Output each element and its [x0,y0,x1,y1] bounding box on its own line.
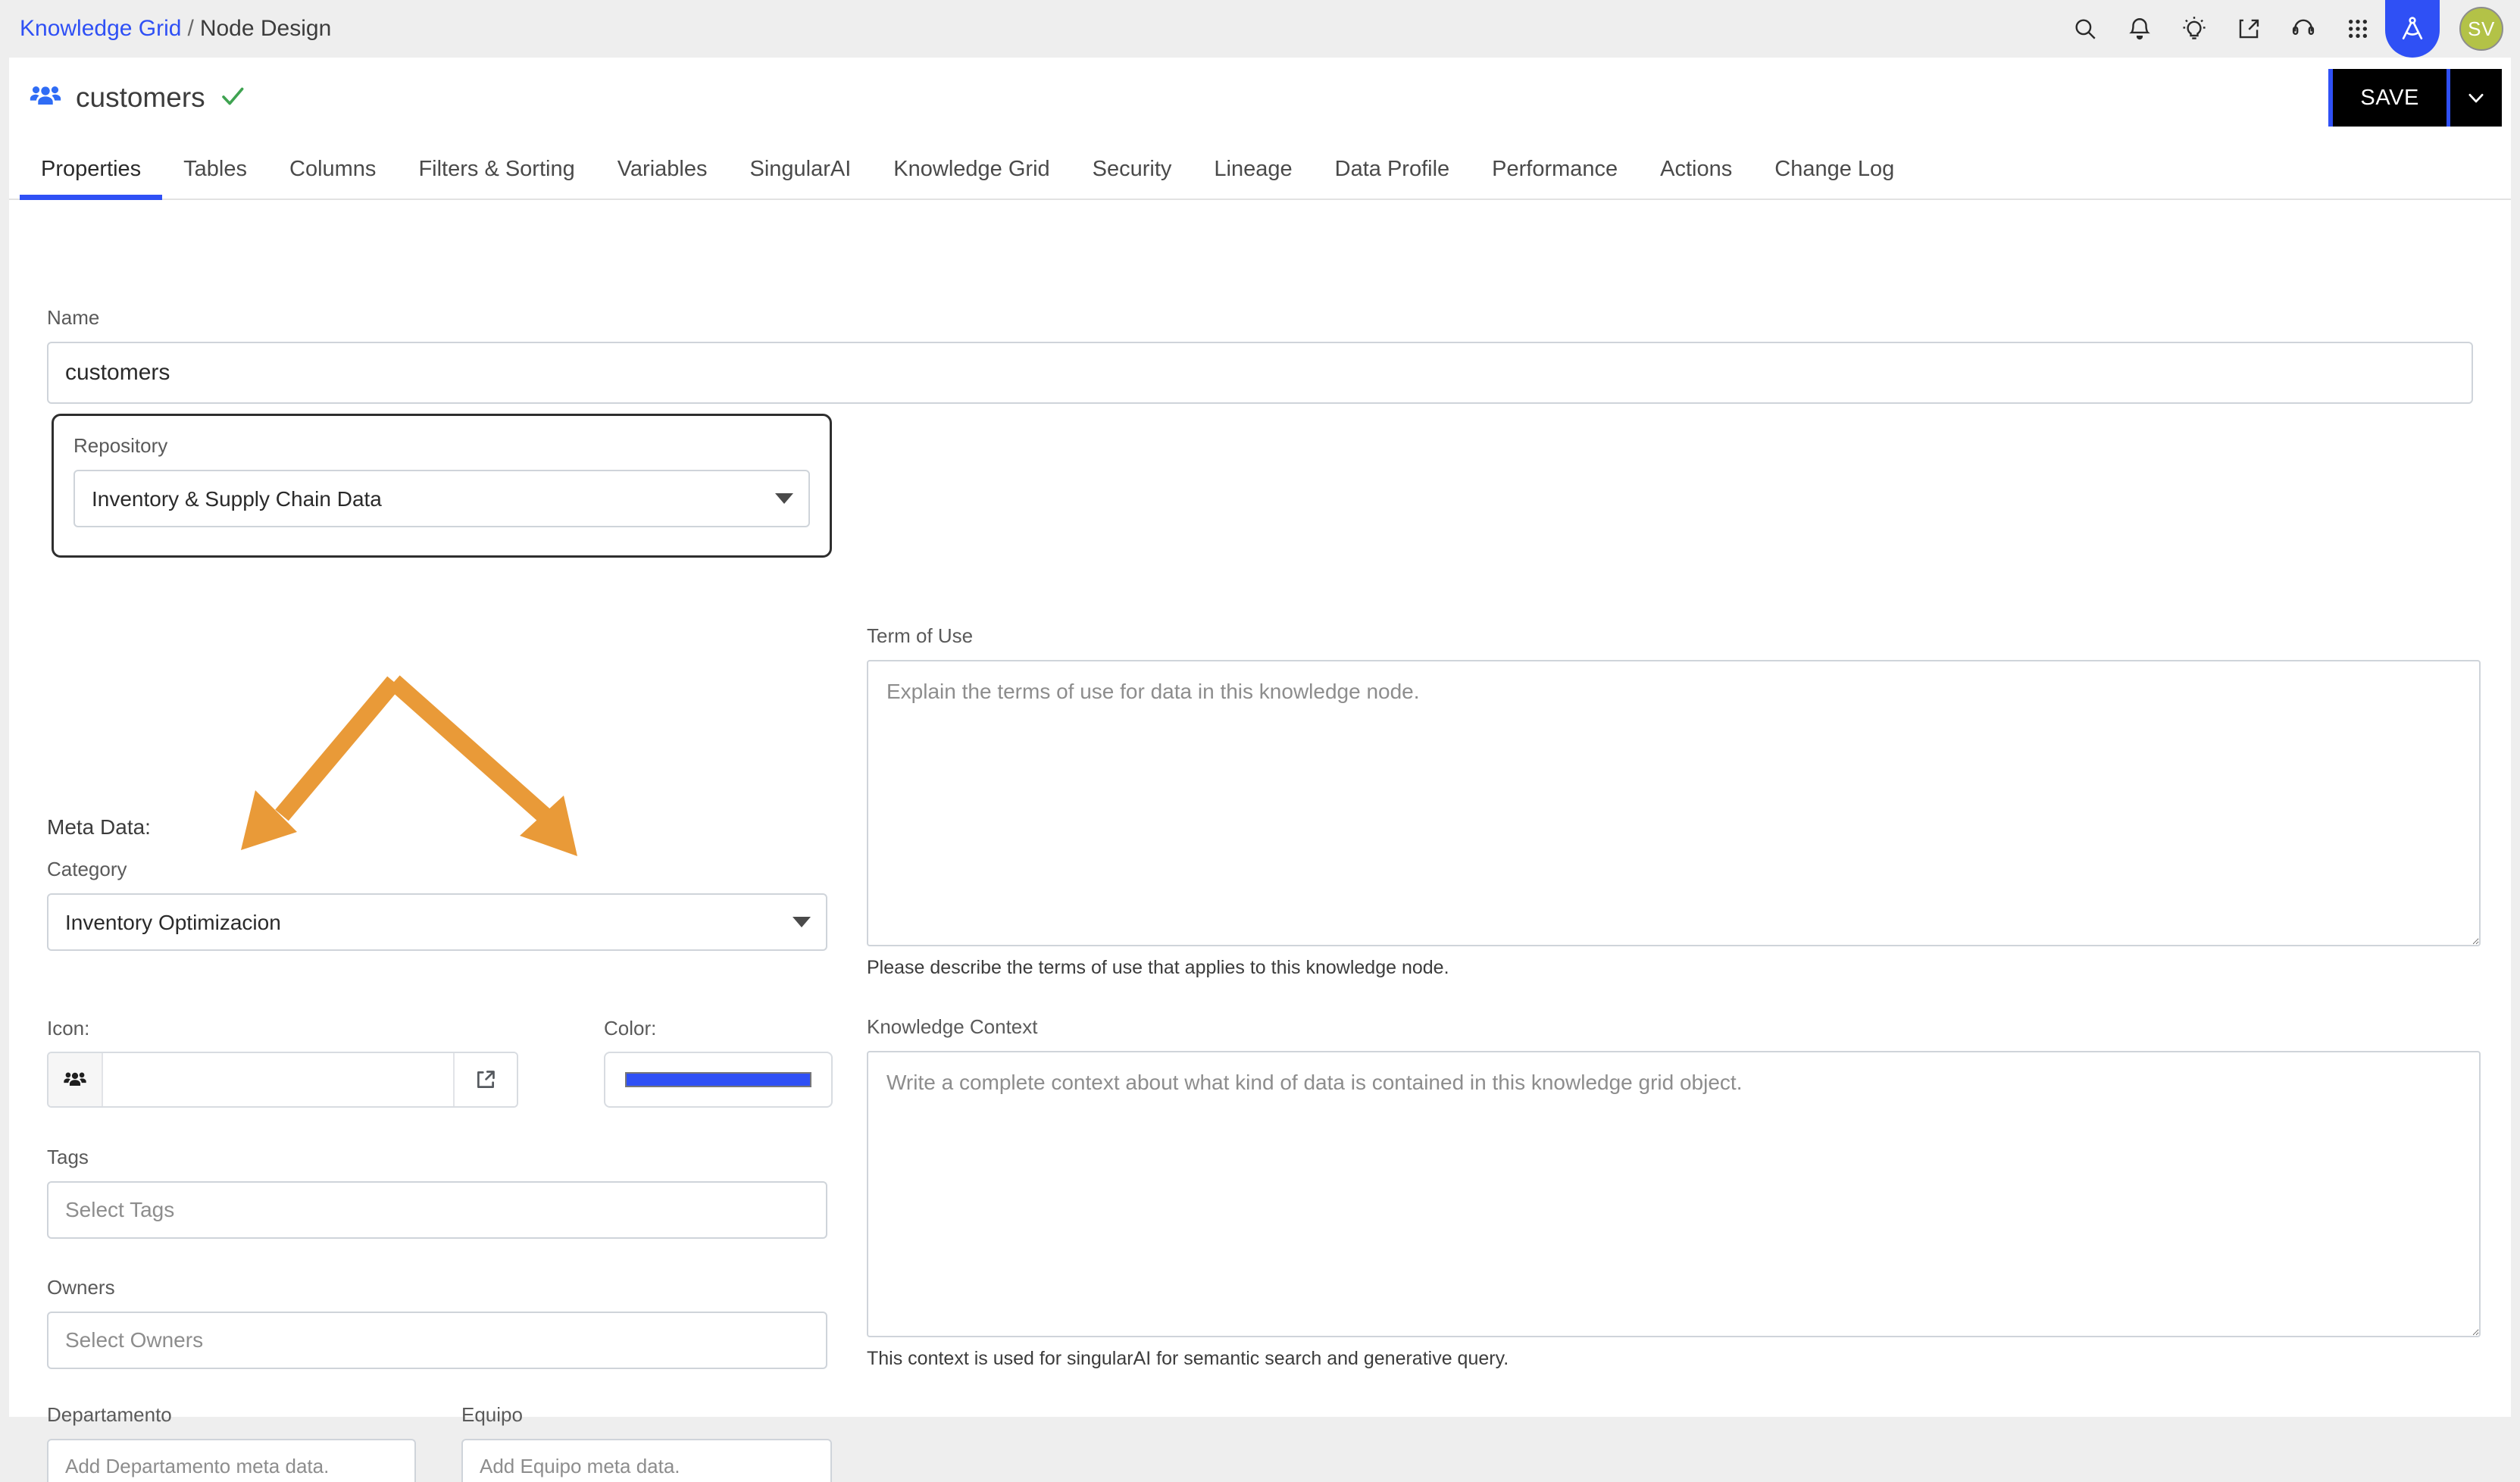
tab-singularai[interactable]: SingularAI [728,157,872,199]
term-of-use-helper-text: Please describe the terms of use that ap… [867,957,1449,978]
green-check-icon [219,83,246,114]
category-select-wrap: Inventory Optimizacion [47,893,827,951]
tab-variables[interactable]: Variables [596,157,729,199]
breadcrumb-separator: / [187,16,194,41]
tab-performance[interactable]: Performance [1471,157,1639,199]
icon-field-group [47,1052,518,1108]
knowledge-context-helper-text: This context is used for singularAI for … [867,1348,1509,1369]
departamento-field-group: Departamento [47,1403,416,1482]
tab-knowledge-grid[interactable]: Knowledge Grid [872,157,1071,199]
color-picker[interactable] [604,1052,833,1108]
apps-grid-icon[interactable] [2331,0,2385,58]
save-button[interactable]: SAVE [2333,69,2450,127]
equipo-label: Equipo [461,1403,523,1426]
category-select[interactable]: Inventory Optimizacion [47,893,827,951]
node-title-group: customers [29,80,246,117]
tab-properties[interactable]: Properties [20,157,163,200]
category-label: Category [47,858,127,880]
bell-icon[interactable] [2112,0,2167,58]
term-of-use-group: Term of Use Please describe the terms of… [867,624,2481,979]
color-label: Color: [604,1017,657,1040]
app-root: Knowledge Grid / Node Design SV customer… [0,0,2520,1482]
category-field-group: Category Inventory Optimizacion [47,858,827,951]
external-link-icon[interactable] [453,1053,517,1106]
headset-icon[interactable] [2276,0,2331,58]
breadcrumb-knowledge-grid[interactable]: Knowledge Grid [20,16,181,41]
name-input[interactable] [47,342,2473,404]
tags-label: Tags [47,1146,89,1168]
name-label: Name [47,306,100,329]
breadcrumb: Knowledge Grid / Node Design [20,16,331,42]
tab-tables[interactable]: Tables [162,157,268,199]
knowledge-context-textarea[interactable] [867,1051,2481,1337]
term-of-use-label: Term of Use [867,624,974,647]
tags-field-group: Tags [47,1146,827,1239]
lightbulb-icon[interactable] [2167,0,2221,58]
icon-label: Icon: [47,1017,90,1040]
tab-security[interactable]: Security [1071,157,1193,199]
owners-label: Owners [47,1276,115,1299]
name-field-group: Name [47,306,2473,404]
tab-bar: Properties Tables Columns Filters & Sort… [9,138,2511,200]
save-button-group[interactable]: SAVE [2328,69,2502,127]
tab-lineage[interactable]: Lineage [1193,157,1313,199]
meta-data-heading: Meta Data: [47,815,151,839]
avatar[interactable]: SV [2459,7,2503,51]
icon-input[interactable] [103,1053,453,1106]
search-icon[interactable] [2058,0,2112,58]
knowledge-context-label: Knowledge Context [867,1015,1038,1038]
repository-select-wrap: Inventory & Supply Chain Data [73,470,810,527]
departamento-input[interactable] [47,1439,416,1482]
share-icon[interactable] [2221,0,2276,58]
owners-field-group: Owners [47,1276,827,1369]
repository-label: Repository [73,434,168,457]
equipo-input[interactable] [461,1439,832,1482]
node-header-card: customers SAVE [9,58,2511,138]
owners-input[interactable] [47,1312,827,1369]
properties-panel: Name Repository Inventory & Supply Chain… [9,200,2511,1482]
departamento-label: Departamento [47,1403,172,1426]
color-swatch [625,1072,811,1087]
tab-data-profile[interactable]: Data Profile [1314,157,1471,199]
tab-change-log[interactable]: Change Log [1753,157,1915,199]
compass-design-icon[interactable] [2385,0,2440,58]
page-title: customers [76,82,205,113]
save-dropdown-chevron-down-icon[interactable] [2450,69,2502,127]
top-bar: Knowledge Grid / Node Design SV [0,0,2520,58]
repository-select[interactable]: Inventory & Supply Chain Data [73,470,810,527]
people-group-icon [48,1053,103,1106]
tab-filters-sorting[interactable]: Filters & Sorting [397,157,596,199]
repository-field-group: Repository Inventory & Supply Chain Data [52,414,832,558]
knowledge-context-group: Knowledge Context This context is used f… [867,1015,2481,1370]
tags-input[interactable] [47,1181,827,1239]
top-icon-bar: SV [2058,0,2509,58]
term-of-use-textarea[interactable] [867,660,2481,946]
people-group-icon [29,80,62,117]
tab-columns[interactable]: Columns [268,157,397,199]
tab-actions[interactable]: Actions [1639,157,1753,199]
equipo-field-group: Equipo [461,1403,832,1482]
breadcrumb-node-design: Node Design [199,16,332,41]
